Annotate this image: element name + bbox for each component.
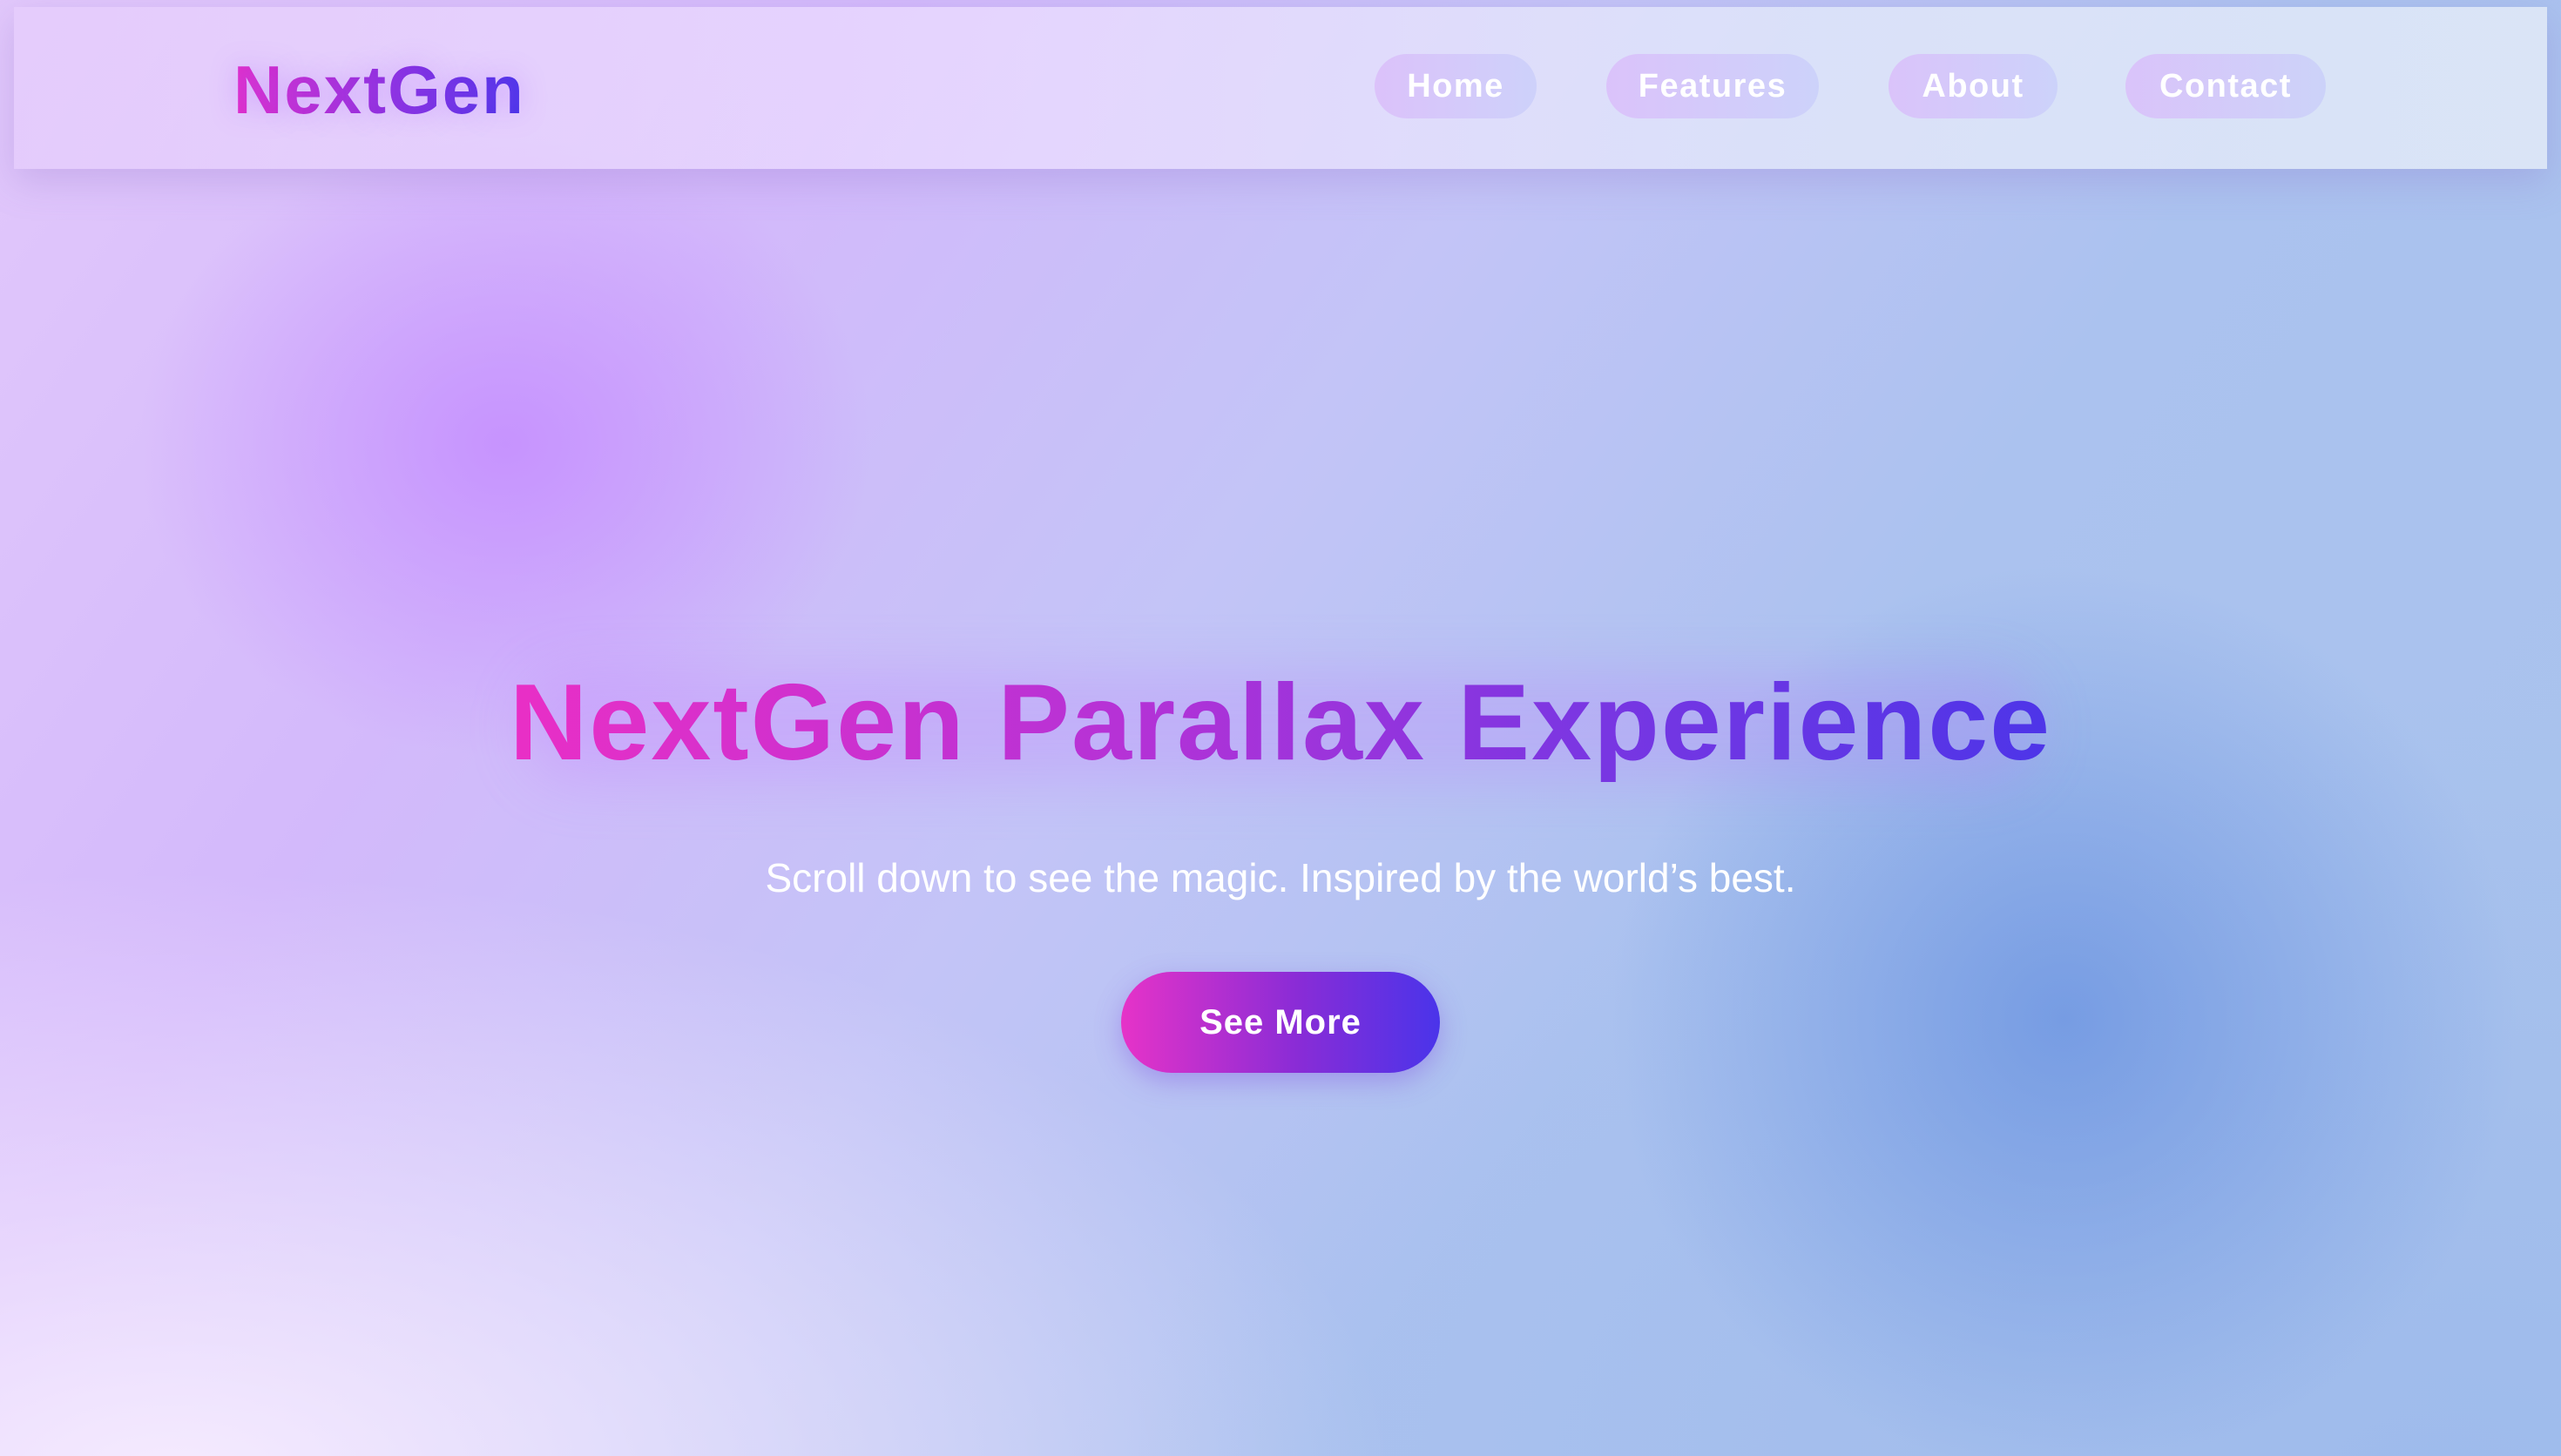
nav-home-link[interactable]: Home	[1375, 54, 1537, 118]
hero-title: NextGen Parallax Experience	[0, 662, 2561, 784]
hero-subtitle: Scroll down to see the magic. Inspired b…	[765, 855, 1796, 900]
main-nav: Home Features About Contact	[14, 54, 2547, 120]
nav-contact-link[interactable]: Contact	[2125, 54, 2326, 118]
hero-title-text: NextGen Parallax Experience	[509, 663, 2052, 783]
nav-about-link[interactable]: About	[1889, 54, 2058, 118]
nav-features-link[interactable]: Features	[1606, 54, 1819, 118]
top-navbar: NextGen Home Features About Contact	[14, 7, 2547, 169]
see-more-button[interactable]: See More	[1121, 972, 1440, 1073]
